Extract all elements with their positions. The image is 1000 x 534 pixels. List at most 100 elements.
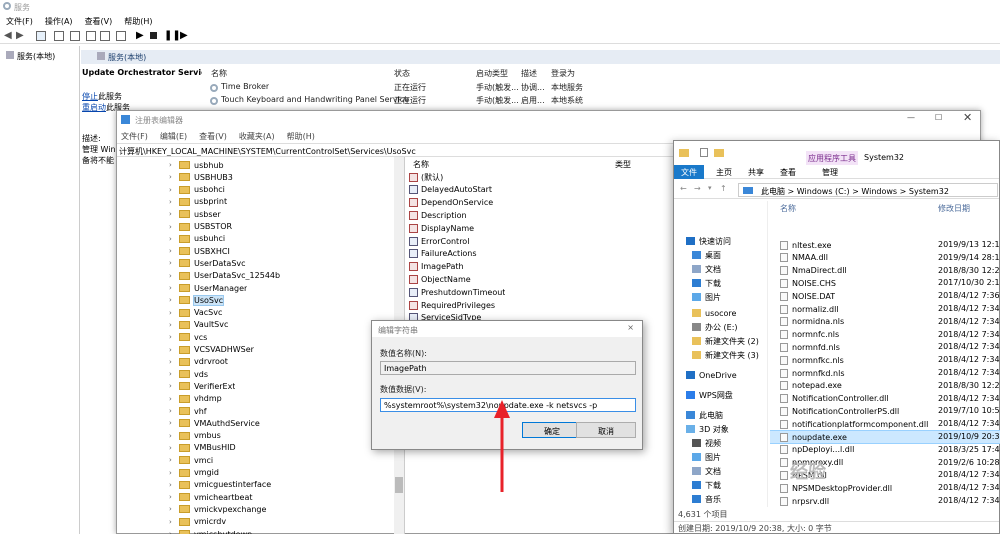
nav-item[interactable]: 音乐 — [692, 493, 721, 505]
properties-icon[interactable] — [116, 31, 126, 41]
nav-item[interactable]: 视频 — [692, 437, 721, 449]
file-row[interactable]: normaliz.dll — [780, 303, 839, 315]
col-header-type[interactable]: 类型 — [615, 159, 631, 170]
value-row[interactable]: DisplayName — [409, 222, 474, 234]
tree-node[interactable]: › VCSVADHWSer — [169, 344, 254, 356]
tab-app-tools[interactable]: 应用程序工具 — [806, 151, 858, 165]
breadcrumb-system32[interactable]: System32 — [909, 187, 949, 196]
expand-chevron-icon[interactable]: › — [169, 210, 179, 218]
table-row[interactable]: Time Broker 正在运行 手动(触发... 协调... 本地服务 — [210, 82, 610, 94]
expand-chevron-icon[interactable]: › — [169, 284, 179, 292]
value-row[interactable]: (默认) — [409, 171, 443, 183]
cancel-button[interactable]: 取消 — [576, 422, 636, 438]
expand-chevron-icon[interactable]: › — [169, 272, 179, 280]
file-row[interactable]: normidna.nls — [780, 316, 844, 328]
value-row[interactable]: DelayedAutoStart — [409, 184, 492, 196]
nav-item[interactable]: WPS网盘 — [686, 389, 733, 401]
expand-chevron-icon[interactable]: › — [169, 395, 179, 403]
properties-icon[interactable] — [700, 148, 708, 157]
nav-item[interactable]: 下载 — [692, 277, 721, 289]
value-row[interactable]: DependOnService — [409, 197, 493, 209]
expand-chevron-icon[interactable]: › — [169, 309, 179, 317]
expand-chevron-icon[interactable]: › — [169, 456, 179, 464]
file-row[interactable]: npDeployi...l.dll — [780, 444, 854, 456]
col-header-status[interactable]: 状态 — [394, 68, 410, 79]
close-button[interactable]: ✕ — [963, 111, 972, 124]
nav-item[interactable]: 文档 — [692, 263, 721, 275]
tree-node[interactable]: › usbser — [169, 208, 221, 220]
file-row[interactable]: NOISE.DAT — [780, 290, 835, 302]
tree-node[interactable]: › usbohci — [169, 184, 225, 196]
file-row[interactable]: normnfc.nls — [780, 329, 839, 341]
nav-item[interactable]: 3D 对象 — [686, 423, 729, 435]
expand-chevron-icon[interactable]: › — [169, 223, 179, 231]
expand-chevron-icon[interactable]: › — [169, 296, 179, 304]
file-row[interactable]: normnfd.nls — [780, 341, 840, 353]
tree-node[interactable]: › vmicshutdown — [169, 528, 252, 534]
forward-icon[interactable]: ▶ — [16, 30, 24, 41]
file-row[interactable]: NotificationControllerPS.dll — [780, 405, 899, 417]
expand-chevron-icon[interactable]: › — [169, 358, 179, 366]
breadcrumb-windows[interactable]: Windows — [861, 187, 897, 196]
expand-chevron-icon[interactable]: › — [169, 346, 179, 354]
nav-item[interactable]: OneDrive — [686, 369, 737, 381]
tree-node[interactable]: › usbprint — [169, 196, 227, 208]
menu-edit[interactable]: 编辑(E) — [160, 131, 187, 143]
pause-icon[interactable]: ❚❚ — [164, 30, 181, 41]
menu-view[interactable]: 查看(V) — [85, 16, 113, 28]
file-row[interactable]: NmaDirect.dll — [780, 265, 847, 277]
tree-node[interactable]: › vdrvroot — [169, 356, 228, 368]
expand-chevron-icon[interactable]: › — [169, 161, 179, 169]
maximize-button[interactable]: ☐ — [935, 113, 942, 122]
tree-node[interactable]: › VMBusHID — [169, 442, 236, 454]
value-row[interactable]: ObjectName — [409, 273, 471, 285]
expand-chevron-icon[interactable]: › — [169, 505, 179, 513]
up-icon[interactable]: ↑ — [720, 184, 727, 193]
tree-node[interactable]: › UserManager — [169, 282, 247, 294]
ok-button[interactable]: 确定 — [522, 422, 582, 438]
expand-chevron-icon[interactable]: › — [169, 382, 179, 390]
tab-file[interactable]: 文件 — [674, 165, 704, 179]
menu-file[interactable]: 文件(F) — [121, 131, 148, 143]
value-name-field[interactable]: ImagePath — [380, 361, 636, 375]
tab-share[interactable]: 共享 — [748, 167, 764, 178]
col-header-name[interactable]: 名称 — [211, 68, 227, 79]
expand-chevron-icon[interactable]: › — [169, 530, 179, 534]
tree-node[interactable]: › USBSTOR — [169, 221, 232, 233]
restart-icon[interactable]: ▶ — [180, 30, 188, 41]
value-row[interactable]: PreshutdownTimeout — [409, 286, 505, 298]
tree-node[interactable]: › vhf — [169, 405, 207, 417]
nav-item[interactable]: 桌面 — [692, 249, 721, 261]
new-folder-icon[interactable] — [714, 149, 724, 157]
forward-icon[interactable]: → — [694, 184, 701, 193]
menu-file[interactable]: 文件(F) — [6, 16, 33, 28]
tree-node[interactable]: › vhdmp — [169, 393, 222, 405]
expand-chevron-icon[interactable]: › — [169, 259, 179, 267]
nav-item[interactable]: 快速访问 — [686, 235, 731, 247]
minimize-button[interactable]: — — [907, 113, 915, 122]
nav-item[interactable]: 图片 — [692, 291, 721, 303]
stop-icon[interactable] — [150, 32, 157, 39]
nav-item[interactable]: 办公 (E:) — [692, 321, 738, 333]
tree-node[interactable]: › vmicheartbeat — [169, 491, 253, 503]
file-row[interactable]: normnfkc.nls — [780, 354, 844, 366]
tree-node[interactable]: › UserDataSvc — [169, 257, 246, 269]
value-row[interactable]: ErrorControl — [409, 235, 469, 247]
expand-chevron-icon[interactable]: › — [169, 321, 179, 329]
file-row[interactable]: nrpsrv.dll — [780, 495, 829, 507]
nav-item[interactable]: 图片 — [692, 451, 721, 463]
tree-node[interactable]: › vmicguestinterface — [169, 479, 271, 491]
breadcrumb-c[interactable]: Windows (C:) — [797, 187, 850, 196]
nav-item[interactable]: usocore — [692, 307, 736, 319]
tree-node[interactable]: › VacSvc — [169, 307, 222, 319]
tree-node[interactable]: › vmicrdv — [169, 516, 226, 528]
tree-node[interactable]: › usbuhci — [169, 233, 225, 245]
breadcrumb[interactable]: 此电脑 > Windows (C:) > Windows > System32 — [738, 183, 998, 197]
col-header-desc[interactable]: 描述 — [521, 68, 537, 79]
breadcrumb-pc[interactable]: 此电脑 — [761, 187, 785, 196]
expand-chevron-icon[interactable]: › — [169, 493, 179, 501]
tree-node[interactable]: › vmbus — [169, 430, 221, 442]
tree-node[interactable]: › UsoSvc — [169, 294, 225, 306]
expand-chevron-icon[interactable]: › — [169, 198, 179, 206]
file-row[interactable]: notificationplatformcomponent.dll — [780, 418, 928, 430]
